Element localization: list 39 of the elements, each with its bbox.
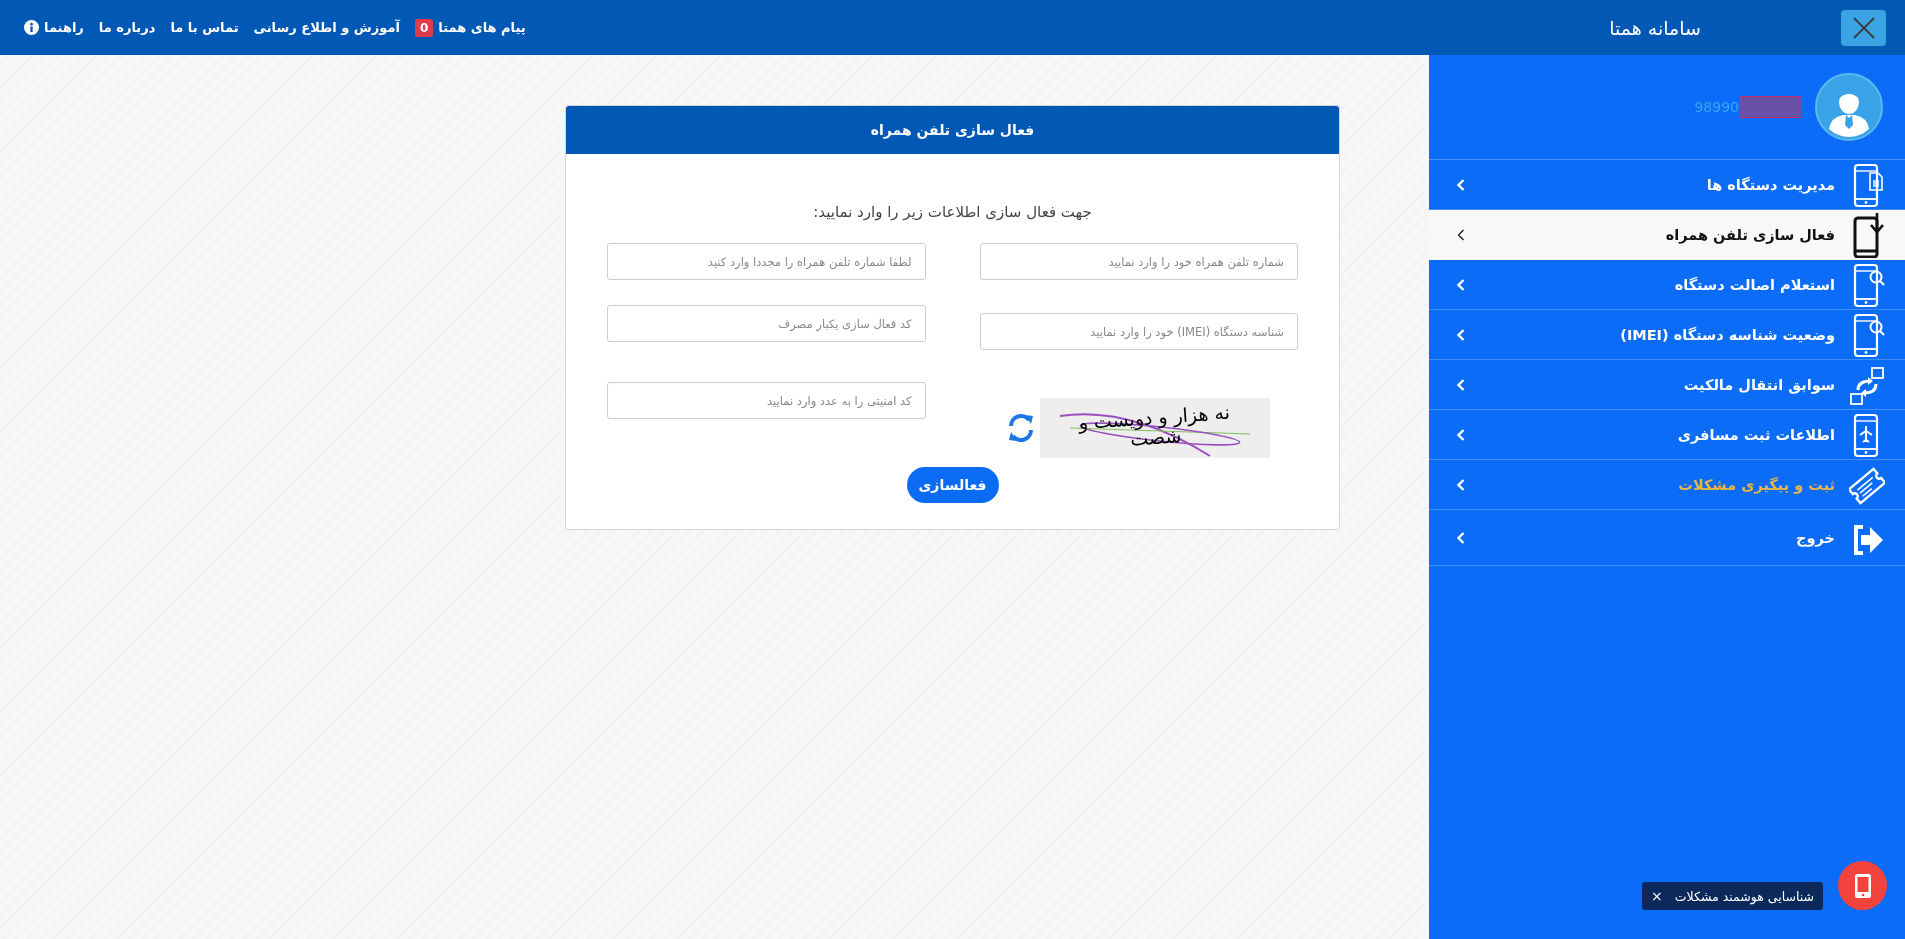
- chevron-icon: [1457, 178, 1465, 191]
- header-title: سامانه همتا: [1609, 16, 1701, 39]
- nav-link[interactable]: آموزش و اطلاع رسانی: [253, 20, 400, 35]
- chevron-icon: [1457, 531, 1465, 544]
- input-field[interactable]: کد امنیتی را به عدد وارد نمایید: [607, 382, 926, 419]
- nav-link[interactable]: درباره ما: [98, 20, 156, 35]
- card-title: فعال سازی تلفن همراه: [870, 122, 1035, 138]
- count-badge: 0: [414, 18, 434, 37]
- input-field[interactable]: شماره تلفن همراه خود را وارد نمایید: [979, 243, 1298, 280]
- captcha-image: نه هزار و دویست و شصت: [1040, 398, 1270, 458]
- input-field[interactable]: کد فعال سازی یکبار مصرف: [607, 305, 926, 342]
- menu-item[interactable]: اطلاعات ثبت مسافری: [1429, 410, 1905, 460]
- chevron-icon: [1457, 478, 1465, 491]
- phone-number: 98990: [1694, 99, 1739, 115]
- chevron-icon: [1457, 378, 1465, 391]
- menu-item[interactable]: سوابق انتقال مالکیت: [1429, 360, 1905, 410]
- close-button[interactable]: ×: [1651, 888, 1663, 904]
- menu-item[interactable]: وضعیت شناسه دستگاه (IMEI): [1429, 310, 1905, 360]
- chevron-icon: [1457, 228, 1465, 241]
- chevron-icon: [1457, 278, 1465, 291]
- chevron-icon: [1457, 428, 1465, 441]
- menu-item[interactable]: ثبت و پیگیری مشکلات: [1429, 460, 1905, 510]
- phone-icon: [1854, 873, 1871, 898]
- menu-item[interactable]: فعال سازی تلفن همراه: [1429, 210, 1905, 260]
- close-icon: [1851, 15, 1876, 40]
- info-icon: [24, 20, 39, 35]
- tooltip-text: شناسایی هوشمند مشکلات: [1674, 888, 1814, 904]
- input-field[interactable]: لطفا شماره تلفن همراه را مجددا وارد کنید: [607, 243, 926, 280]
- avatar-icon: [1815, 73, 1883, 141]
- nav-link[interactable]: راهنما: [24, 20, 84, 35]
- input-field[interactable]: شناسه دستگاه (IMEI) خود را وارد نمایید: [979, 313, 1298, 350]
- refresh-icon[interactable]: [1006, 412, 1036, 444]
- chevron-icon: [1457, 328, 1465, 341]
- menu-item[interactable]: استعلام اصالت دستگاه: [1429, 260, 1905, 310]
- submit-button[interactable]: فعالسازی: [906, 467, 999, 503]
- nav-link[interactable]: تماس با ما: [170, 20, 239, 35]
- instruction-text: جهت فعال سازی اطلاعات زیر را وارد نمایید:: [813, 203, 1092, 221]
- menu-item[interactable]: خروج: [1429, 510, 1905, 566]
- close-button[interactable]: [1841, 9, 1886, 46]
